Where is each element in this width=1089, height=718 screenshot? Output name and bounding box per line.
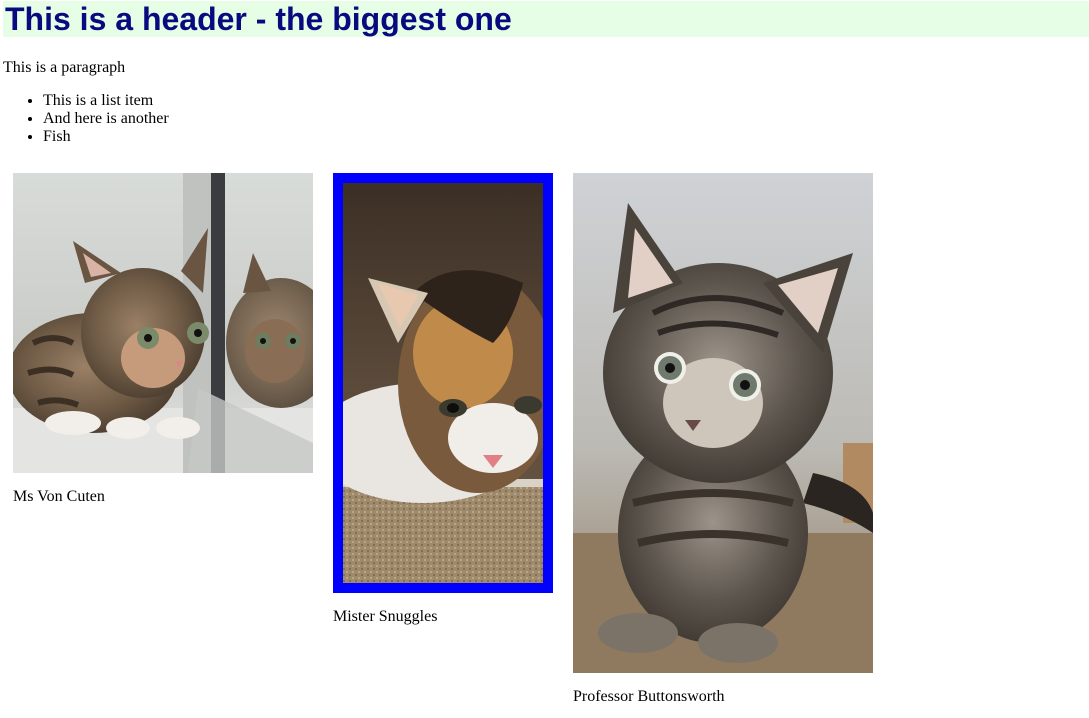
kitten-image-ms-von-cuten (13, 173, 313, 473)
kitten-caption: Mister Snuggles (333, 608, 438, 625)
kitten-image-mister-snuggles (333, 173, 553, 593)
kitten-image-professor-buttonsworth (573, 173, 873, 673)
page: This is a header - the biggest one This … (0, 0, 1089, 718)
kitten-caption: Professor Buttonsworth (573, 688, 725, 705)
page-header: This is a header - the biggest one (3, 1, 1089, 37)
list-item: This is a list item (43, 92, 169, 110)
bullet-list: This is a list item And here is another … (3, 92, 169, 146)
intro-paragraph: This is a paragraph (3, 59, 126, 76)
kitten-caption: Ms Von Cuten (13, 488, 105, 505)
list-item: Fish (43, 128, 169, 146)
list-item: And here is another (43, 110, 169, 128)
